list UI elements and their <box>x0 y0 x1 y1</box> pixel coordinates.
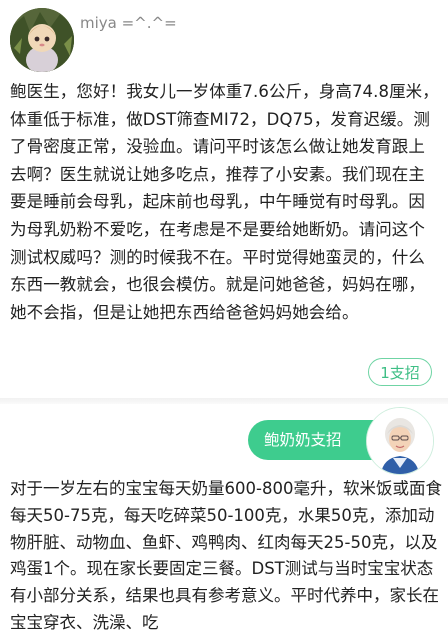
question-header: miya =^.^= <box>0 0 448 72</box>
answer-text: 对于一岁左右的宝宝每天奶量600-800毫升，软米饭或面食每天50-75克，每天… <box>10 479 442 632</box>
user-avatar-image <box>10 8 74 72</box>
question-text: 鲍医生，您好！我女儿一岁体重7.6公斤，身高74.8厘米，体重低于标准，做DST… <box>10 82 439 322</box>
expert-answer-tag: 鲍奶奶支招 <box>248 420 378 460</box>
section-divider <box>0 398 448 404</box>
user-avatar[interactable] <box>10 8 74 72</box>
support-count-button[interactable]: 1支招 <box>368 358 432 386</box>
expert-avatar-image <box>367 408 433 474</box>
user-name: miya =^.^= <box>80 14 177 32</box>
expert-avatar[interactable] <box>366 407 434 475</box>
